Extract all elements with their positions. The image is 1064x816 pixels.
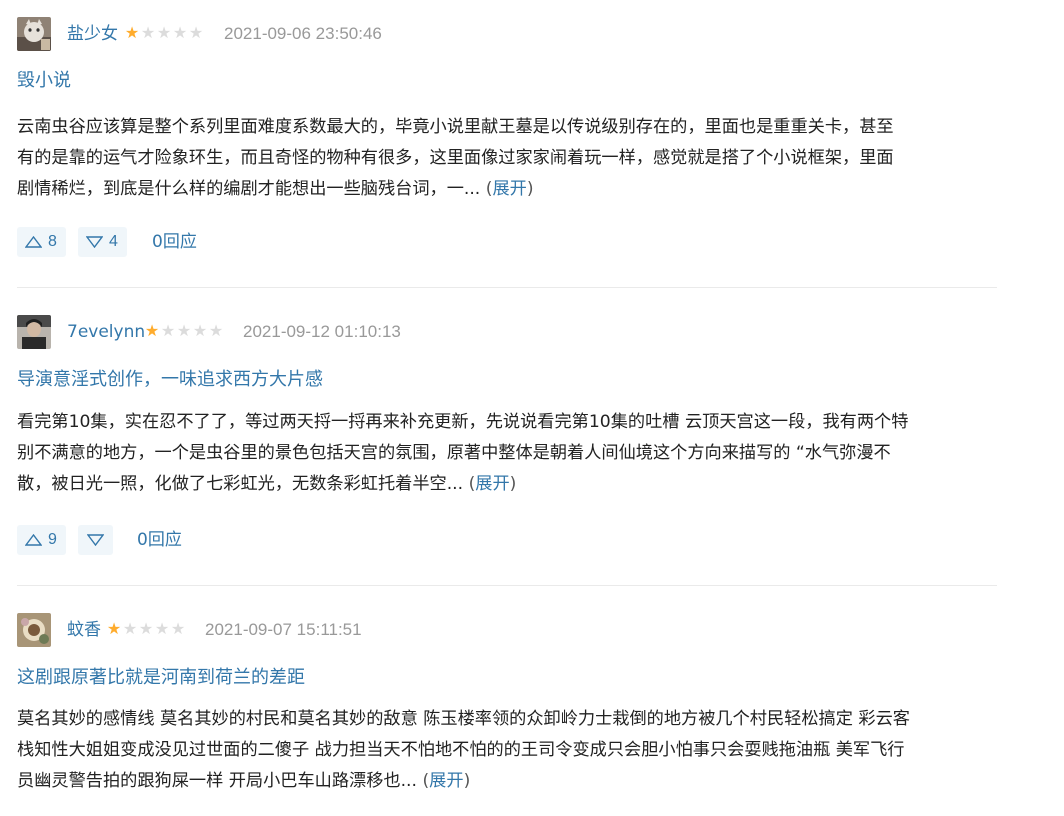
review-line: 员幽灵警告拍的跟狗屎一样 开局小巴车山路漂移也... (展开) xyxy=(17,766,1002,797)
expand-link[interactable]: 展开 xyxy=(492,179,526,199)
expand-link[interactable]: 展开 xyxy=(429,771,463,791)
rating-stars: ★ ★ ★ ★ ★ xyxy=(144,320,224,342)
divider xyxy=(17,585,997,586)
upvote-count: 9 xyxy=(48,531,57,548)
review-line: 散，被日光一照，化做了七彩虹光，无数条彩虹托着半空... (展开) xyxy=(17,469,1002,500)
thumb-up-icon xyxy=(25,236,42,248)
review-card: 蚊香 ★ ★ ★ ★ ★ 2021-09-07 15:11:51 这剧跟原著比就… xyxy=(17,613,997,813)
review-card: 7evelynn ★ ★ ★ ★ ★ 2021-09-12 01:10:13 导… xyxy=(17,315,997,570)
review-line: 有的是靠的运气才险象环生，而且奇怪的物种有很多，这里面像过家家闹着玩一样，感觉就… xyxy=(17,148,894,168)
review-line-text: 员幽灵警告拍的跟狗屎一样 开局小巴车山路漂移也... xyxy=(17,771,417,791)
downvote-count: 4 xyxy=(109,233,118,250)
review-line: 剧情稀烂，到底是什么样的编剧才能想出一些脑残台词，一... (展开) xyxy=(17,174,1002,205)
review-time[interactable]: 2021-09-07 15:11:51 xyxy=(205,619,362,641)
paren-close: ) xyxy=(509,474,517,494)
review-body: 云南虫谷应该算是整个系列里面难度系数最大的，毕竟小说里献王墓是以传说级别存在的，… xyxy=(17,112,1002,205)
thumb-down-icon xyxy=(87,534,104,546)
review-title[interactable]: 这剧跟原著比就是河南到荷兰的差距 xyxy=(17,666,305,690)
star-empty-icon: ★ xyxy=(170,619,186,638)
review-line-text: 剧情稀烂，到底是什么样的编剧才能想出一些脑残台词，一... xyxy=(17,179,481,199)
upvote-count: 8 xyxy=(48,233,57,250)
review-time[interactable]: 2021-09-06 23:50:46 xyxy=(224,23,382,45)
review-body: 莫名其妙的感情线 莫名其妙的村民和莫名其妙的敌意 陈玉楼率领的众卸岭力士栽倒的地… xyxy=(17,704,1002,797)
upvote-button[interactable]: 8 xyxy=(17,227,66,257)
star-empty-icon: ★ xyxy=(172,23,188,42)
thumb-up-icon xyxy=(25,534,42,546)
reply-link[interactable]: 0回应 xyxy=(152,227,197,257)
avatar[interactable] xyxy=(17,17,51,51)
thumb-down-icon xyxy=(86,236,103,248)
downvote-button[interactable]: 4 xyxy=(78,227,127,257)
review-line-text: 散，被日光一照，化做了七彩虹光，无数条彩虹托着半空... xyxy=(17,474,464,494)
review-body: 看完第10集，实在忍不了了，等过两天捋一捋再来补充更新，先说说看完第10集的吐槽… xyxy=(17,407,1002,500)
downvote-button[interactable] xyxy=(78,525,113,555)
review-card: 盐少女 ★ ★ ★ ★ ★ 2021-09-06 23:50:46 毁小说 云南… xyxy=(17,17,997,272)
username[interactable]: 盐少女 xyxy=(67,23,118,45)
avatar[interactable] xyxy=(17,315,51,349)
star-empty-icon: ★ xyxy=(208,321,224,340)
review-header: 7evelynn ★ ★ ★ ★ ★ 2021-09-12 01:10:13 xyxy=(17,315,997,349)
username[interactable]: 蚊香 xyxy=(67,619,101,641)
star-filled-icon: ★ xyxy=(124,23,140,42)
star-filled-icon: ★ xyxy=(144,321,160,340)
star-empty-icon: ★ xyxy=(176,321,192,340)
star-empty-icon: ★ xyxy=(122,619,138,638)
username[interactable]: 7evelynn xyxy=(67,321,145,343)
star-empty-icon: ★ xyxy=(140,23,156,42)
review-header: 蚊香 ★ ★ ★ ★ ★ 2021-09-07 15:11:51 xyxy=(17,613,997,647)
star-empty-icon: ★ xyxy=(154,619,170,638)
avatar[interactable] xyxy=(17,613,51,647)
paren-close: ) xyxy=(526,179,534,199)
review-title[interactable]: 导演意淫式创作，一味追求西方大片感 xyxy=(17,368,323,392)
review-line: 云南虫谷应该算是整个系列里面难度系数最大的，毕竟小说里献王墓是以传说级别存在的，… xyxy=(17,117,894,137)
star-empty-icon: ★ xyxy=(160,321,176,340)
upvote-button[interactable]: 9 xyxy=(17,525,66,555)
star-empty-icon: ★ xyxy=(138,619,154,638)
star-filled-icon: ★ xyxy=(106,619,122,638)
reply-link[interactable]: 0回应 xyxy=(137,525,182,555)
rating-stars: ★ ★ ★ ★ ★ xyxy=(106,618,186,640)
star-empty-icon: ★ xyxy=(188,23,204,42)
review-line: 莫名其妙的感情线 莫名其妙的村民和莫名其妙的敌意 陈玉楼率领的众卸岭力士栽倒的地… xyxy=(17,709,910,729)
star-empty-icon: ★ xyxy=(156,23,172,42)
paren-close: ) xyxy=(463,771,471,791)
review-line: 栈知性大姐姐变成没见过世面的二傻子 战力担当天不怕地不怕的的王司令变成只会胆小怕… xyxy=(17,740,905,760)
divider xyxy=(17,287,997,288)
review-time[interactable]: 2021-09-12 01:10:13 xyxy=(243,321,401,343)
star-empty-icon: ★ xyxy=(192,321,208,340)
expand-link[interactable]: 展开 xyxy=(475,474,509,494)
review-title[interactable]: 毁小说 xyxy=(17,69,71,93)
review-header: 盐少女 ★ ★ ★ ★ ★ 2021-09-06 23:50:46 xyxy=(17,17,997,51)
review-line: 看完第10集，实在忍不了了，等过两天捋一捋再来补充更新，先说说看完第10集的吐槽… xyxy=(17,412,909,432)
review-line: 别不满意的地方，一个是虫谷里的景色包括天宫的氛围，原著中整体是朝着人间仙境这个方… xyxy=(17,443,891,463)
rating-stars: ★ ★ ★ ★ ★ xyxy=(124,22,204,44)
